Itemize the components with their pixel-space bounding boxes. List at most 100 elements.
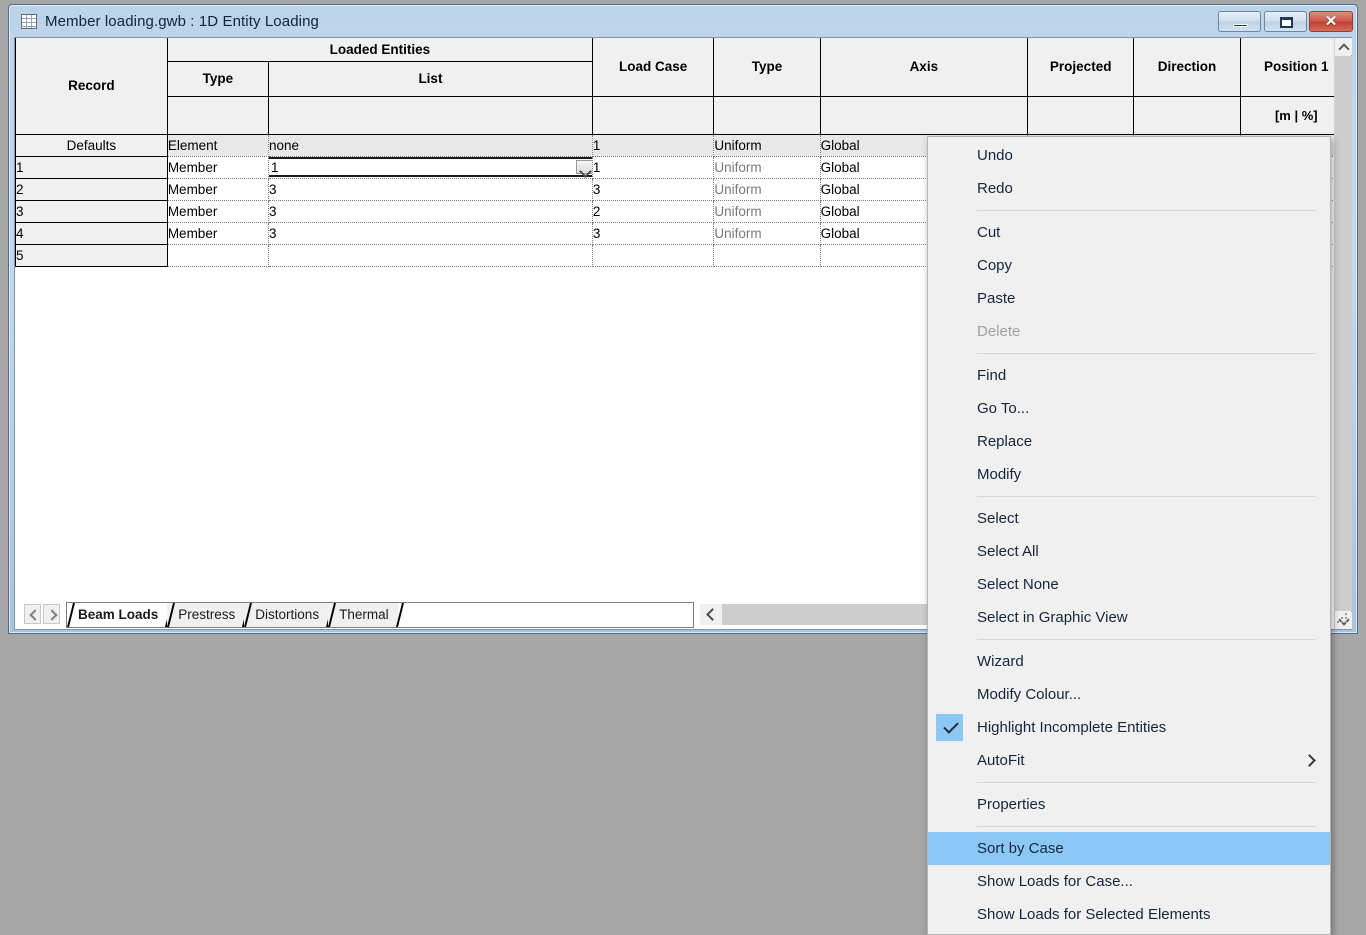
menu-item-label: Show Loads for Case... [977,873,1133,890]
resize-gripper[interactable] [1337,613,1349,625]
menu-item-replace[interactable]: Replace [928,425,1330,458]
col-header-loaded-entities[interactable]: Loaded Entities [167,38,592,61]
cell-entity-type[interactable]: Member [167,222,268,244]
close-icon: ✕ [1310,12,1352,31]
cell-load-case[interactable]: 1 [592,134,713,156]
menu-item-label: Modify [977,466,1021,483]
cell-entity-list[interactable]: 3 [269,222,593,244]
cell-entity-type[interactable]: Member [167,156,268,178]
tab-nav-prev-button[interactable] [24,604,41,624]
col-header-projected[interactable]: Projected [1028,38,1134,96]
cell-entity-type[interactable]: Member [167,200,268,222]
menu-item-delete: Delete [928,315,1330,348]
col-header-direction[interactable]: Direction [1134,38,1240,96]
menu-item-highlight-incomplete-entities[interactable]: Highlight Incomplete Entities [928,711,1330,744]
row-header-cell[interactable]: 2 [16,178,168,200]
menu-item-select[interactable]: Select [928,502,1330,535]
menu-item-label: Cut [977,224,1000,241]
col-header-position1[interactable]: Position 1 [1240,38,1334,96]
row-header-cell[interactable]: 4 [16,222,168,244]
cell-entity-list[interactable]: none [269,134,593,156]
menu-item-label: Show Loads for Selected Elements [977,906,1210,923]
cell-type[interactable]: Uniform [714,222,820,244]
menu-item-find[interactable]: Find [928,359,1330,392]
menu-item-sort-by-case[interactable]: Sort by Case [928,832,1330,865]
units-entity-type [167,96,268,134]
tab-distortions[interactable]: Distortions [244,603,328,627]
row-header-cell[interactable]: 3 [16,200,168,222]
menu-item-copy[interactable]: Copy [928,249,1330,282]
menu-item-select-in-graphic-view[interactable]: Select in Graphic View [928,601,1330,634]
hscroll-left-icon[interactable] [700,604,722,625]
menu-separator [977,639,1316,640]
col-header-axis[interactable]: Axis [820,38,1027,96]
menu-item-label: Copy [977,257,1012,274]
cell-type[interactable]: Uniform [714,200,820,222]
cell-entity-type[interactable] [167,244,268,266]
col-header-entity-type[interactable]: Type [167,61,268,96]
menu-item-select-all[interactable]: Select All [928,535,1330,568]
menu-item-go-to[interactable]: Go To... [928,392,1330,425]
menu-item-modify[interactable]: Modify [928,458,1330,491]
minimize-button[interactable] [1218,11,1261,32]
row-header-cell[interactable]: Defaults [16,134,168,156]
list-combobox[interactable]: 1 [269,157,593,177]
tab-beam-loads[interactable]: Beam Loads [67,603,167,627]
menu-item-label: Undo [977,147,1013,164]
menu-item-wizard[interactable]: Wizard [928,645,1330,678]
menu-item-show-loads-for-selected-elements[interactable]: Show Loads for Selected Elements [928,898,1330,931]
units-type [714,96,820,134]
tab-nav-next-button[interactable] [43,604,60,624]
cell-type[interactable]: Uniform [714,156,820,178]
menu-item-cut[interactable]: Cut [928,216,1330,249]
menu-item-autofit[interactable]: AutoFit [928,744,1330,777]
row-header-cell[interactable]: 5 [16,244,168,266]
menu-item-redo[interactable]: Redo [928,172,1330,205]
menu-item-properties[interactable]: Properties [928,788,1330,821]
tab-thermal[interactable]: Thermal [328,603,398,627]
title-bar[interactable]: Member loading.gwb : 1D Entity Loading ✕ [9,5,1357,38]
menu-item-label: Highlight Incomplete Entities [977,719,1166,736]
menu-item-label: Select [977,510,1019,527]
vertical-scroll-thumb[interactable] [1335,56,1352,611]
menu-separator [977,353,1316,354]
cell-type[interactable]: Uniform [714,178,820,200]
col-header-load-case[interactable]: Load Case [592,38,713,96]
close-button[interactable]: ✕ [1309,11,1353,32]
tab-prestress[interactable]: Prestress [167,603,244,627]
menu-item-label: Delete [977,323,1020,340]
cell-load-case[interactable] [592,244,713,266]
maximize-button[interactable] [1264,11,1307,32]
menu-item-label: Replace [977,433,1032,450]
cell-entity-list-editor[interactable]: 1 [269,156,593,178]
cell-load-case[interactable]: 3 [592,178,713,200]
row-header-cell[interactable]: 1 [16,156,168,178]
cell-entity-list[interactable]: 3 [269,200,593,222]
menu-item-undo[interactable]: Undo [928,139,1330,172]
scroll-up-icon[interactable] [1335,38,1352,55]
checkmark-icon [936,714,963,741]
menu-item-label: Go To... [977,400,1029,417]
col-header-record[interactable]: Record [16,38,168,134]
vertical-scrollbar[interactable] [1334,38,1351,629]
col-header-type[interactable]: Type [714,38,820,96]
cell-load-case[interactable]: 2 [592,200,713,222]
header-row-units: [m | %] [16,96,1335,134]
menu-item-show-loads-for-case[interactable]: Show Loads for Case... [928,865,1330,898]
cell-type[interactable] [714,244,820,266]
menu-item-paste[interactable]: Paste [928,282,1330,315]
combobox-value: 1 [271,160,279,175]
cell-type[interactable]: Uniform [714,134,820,156]
menu-item-select-none[interactable]: Select None [928,568,1330,601]
table-header: Record Loaded Entities Load Case Type Ax… [16,38,1335,134]
col-header-entity-list[interactable]: List [269,61,593,96]
cell-load-case[interactable]: 1 [592,156,713,178]
cell-entity-list[interactable]: 3 [269,178,593,200]
cell-load-case[interactable]: 3 [592,222,713,244]
cell-entity-type[interactable]: Element [167,134,268,156]
cell-entity-list[interactable] [269,244,593,266]
menu-item-modify-colour[interactable]: Modify Colour... [928,678,1330,711]
cell-entity-type[interactable]: Member [167,178,268,200]
menu-separator [977,782,1316,783]
chevron-down-icon[interactable] [576,160,593,174]
